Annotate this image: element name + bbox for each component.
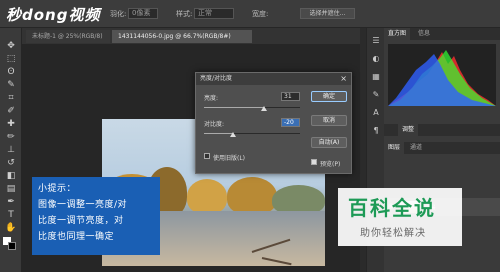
cancel-button[interactable]: 取消 — [311, 115, 347, 126]
legacy-checkbox[interactable] — [204, 153, 210, 159]
contrast-label: 对比度: — [204, 121, 225, 128]
history-brush-icon[interactable]: ↺ — [5, 159, 17, 168]
hand-tool-icon[interactable]: ✋ — [5, 224, 17, 233]
dialog-title: 亮度/对比度 — [196, 73, 351, 85]
layers-panel-tabs: 图层 通道 — [384, 142, 500, 154]
tools-panel: ✥ ⬚ ʘ ✎ ⌗ ✐ ✚ ✏ ⊥ ↺ ◧ ▤ ✒ T ✋ — [0, 28, 22, 272]
tab-channels[interactable]: 通道 — [406, 142, 426, 154]
brushes-icon[interactable]: ✎ — [371, 90, 381, 99]
healing-brush-icon[interactable]: ✚ — [5, 120, 17, 129]
paragraph-icon[interactable]: ¶ — [371, 126, 381, 135]
quick-select-icon[interactable]: ✎ — [5, 81, 17, 90]
contrast-input[interactable]: -20 — [281, 118, 300, 127]
preview-checkbox[interactable] — [311, 159, 317, 165]
tree-shape — [227, 177, 277, 215]
tip-heading: 小提示： — [38, 184, 77, 194]
adjust-panel-tabs: 调整 — [384, 124, 500, 136]
select-and-mask-button[interactable]: 选择并遮住... — [300, 8, 355, 19]
ok-button[interactable]: 确定 — [311, 91, 347, 102]
gradient-tool-icon[interactable]: ▤ — [5, 185, 17, 194]
tab-layers[interactable]: 图层 — [384, 142, 405, 154]
style-select[interactable]: 正常 — [194, 8, 234, 19]
pen-tool-icon[interactable]: ✒ — [5, 198, 17, 207]
brightness-slider-thumb[interactable] — [260, 106, 267, 111]
histogram-chart — [388, 44, 496, 106]
auto-button[interactable]: 自动(A) — [311, 137, 347, 148]
marquee-tool-icon[interactable]: ⬚ — [5, 55, 17, 64]
tip-line: 比度也同理一确定 — [38, 232, 115, 242]
lasso-tool-icon[interactable]: ʘ — [5, 68, 17, 77]
histogram-panel-tabs: 直方图 信息 — [384, 28, 500, 40]
character-icon[interactable]: A — [371, 108, 381, 117]
contrast-slider-track[interactable] — [204, 133, 300, 134]
eyedropper-tool-icon[interactable]: ✐ — [5, 107, 17, 116]
document-tabs: 未标题-1 @ 25%(RGB/8) 1431144056-0.jpg @ 66… — [22, 28, 360, 44]
preview-label: 预览(P) — [320, 161, 341, 168]
legacy-label: 使用旧版(L) — [213, 155, 246, 162]
brightness-input[interactable]: 31 — [281, 92, 300, 101]
feather-input[interactable]: 0像素 — [128, 8, 158, 19]
watermark-title: 百科全说 — [348, 196, 436, 220]
brush-tool-icon[interactable]: ✏ — [5, 133, 17, 142]
brand-logo: 秒dong视频 — [6, 6, 101, 24]
feather-label: 羽化: — [110, 10, 127, 18]
properties-icon[interactable]: ◐ — [371, 54, 381, 63]
tab-untitled[interactable]: 未标题-1 @ 25%(RGB/8) — [26, 30, 110, 43]
width-label: 宽度: — [252, 10, 269, 18]
close-icon[interactable]: × — [340, 73, 347, 85]
tip-line: 比度一调节亮度，对 — [38, 216, 124, 226]
type-tool-icon[interactable]: T — [5, 211, 17, 220]
history-icon[interactable]: ☰ — [371, 36, 381, 45]
tab-adjust[interactable]: 调整 — [398, 124, 419, 136]
swatches-icon[interactable]: ▦ — [371, 72, 381, 81]
watermark-subtitle: 助你轻松解决 — [360, 228, 426, 239]
options-bar: 秒dong视频 羽化: 0像素 样式: 正常 宽度: 选择并遮住... — [0, 0, 500, 28]
tip-line: 图像一调整一亮度/对 — [38, 200, 128, 210]
crop-tool-icon[interactable]: ⌗ — [5, 94, 17, 103]
brightness-label: 亮度: — [204, 95, 219, 102]
stamp-tool-icon[interactable]: ⊥ — [5, 146, 17, 155]
watermark: 百科全说 助你轻松解决 — [338, 188, 462, 246]
contrast-slider-thumb[interactable] — [229, 132, 236, 137]
style-label: 样式: — [176, 10, 193, 18]
brightness-slider-fill — [204, 107, 264, 108]
tip-box: 小提示： 图像一调整一亮度/对 比度一调节亮度，对 比度也同理一确定 — [32, 177, 160, 255]
tree-shape — [187, 179, 227, 214]
tab-histogram[interactable]: 直方图 — [384, 28, 411, 40]
eraser-tool-icon[interactable]: ◧ — [5, 172, 17, 181]
tab-info[interactable]: 信息 — [414, 28, 434, 40]
contrast-slider-fill — [204, 133, 233, 134]
background-color-swatch[interactable] — [8, 242, 16, 250]
tab-photo[interactable]: 1431144056-0.jpg @ 66.7%(RGB/8#) — [112, 30, 252, 43]
move-tool-icon[interactable]: ✥ — [5, 42, 17, 51]
brightness-slider-track[interactable] — [204, 107, 300, 108]
brightness-contrast-dialog: 亮度/对比度 × 亮度: 31 对比度: -20 使用旧版(L) 确定 取消 自… — [195, 72, 352, 174]
